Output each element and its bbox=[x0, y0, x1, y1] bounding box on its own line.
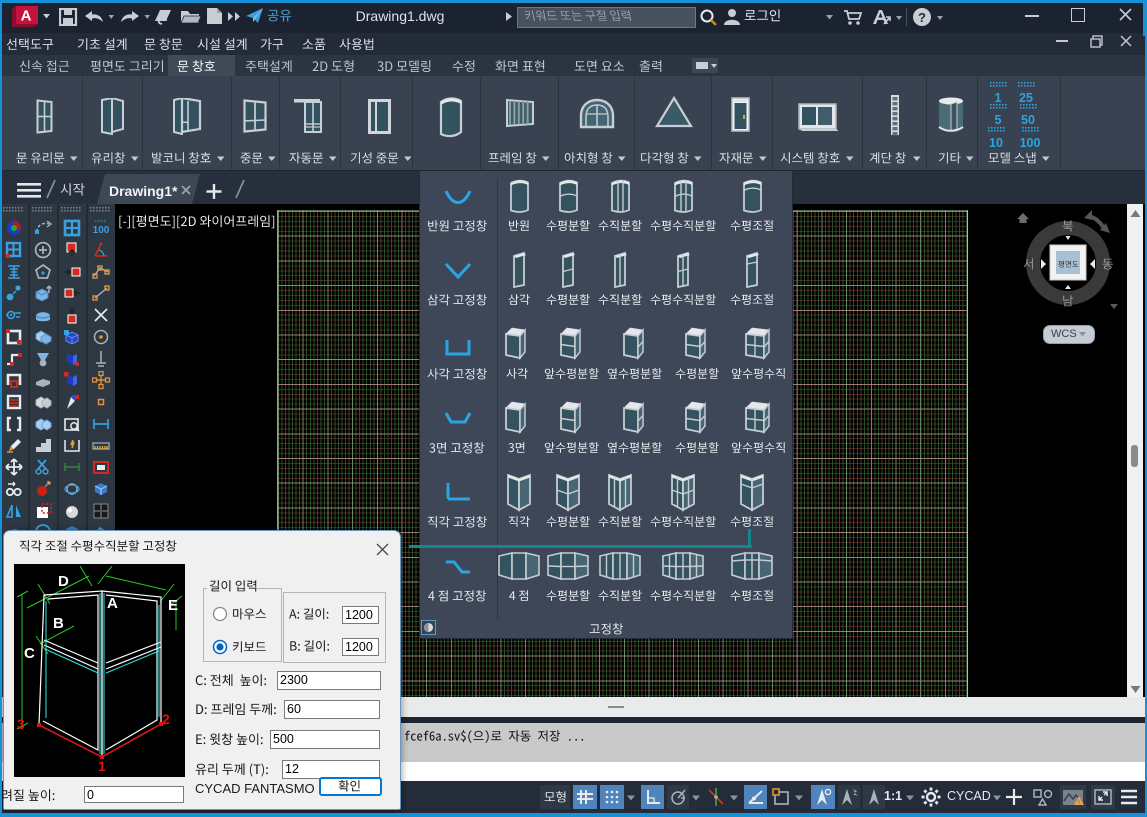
svg-text:2: 2 bbox=[162, 711, 170, 727]
svg-text:1: 1 bbox=[98, 758, 106, 774]
svg-text:3: 3 bbox=[17, 716, 25, 732]
svg-text:E: E bbox=[168, 597, 178, 614]
svg-text:100: 100 bbox=[93, 225, 110, 236]
svg-text:C: C bbox=[24, 645, 35, 662]
svg-text:B: B bbox=[53, 615, 64, 632]
svg-text:A: A bbox=[107, 595, 118, 612]
svg-text:D: D bbox=[58, 573, 69, 590]
svg-text:A: A bbox=[21, 8, 32, 25]
svg-text:?: ? bbox=[918, 10, 926, 25]
